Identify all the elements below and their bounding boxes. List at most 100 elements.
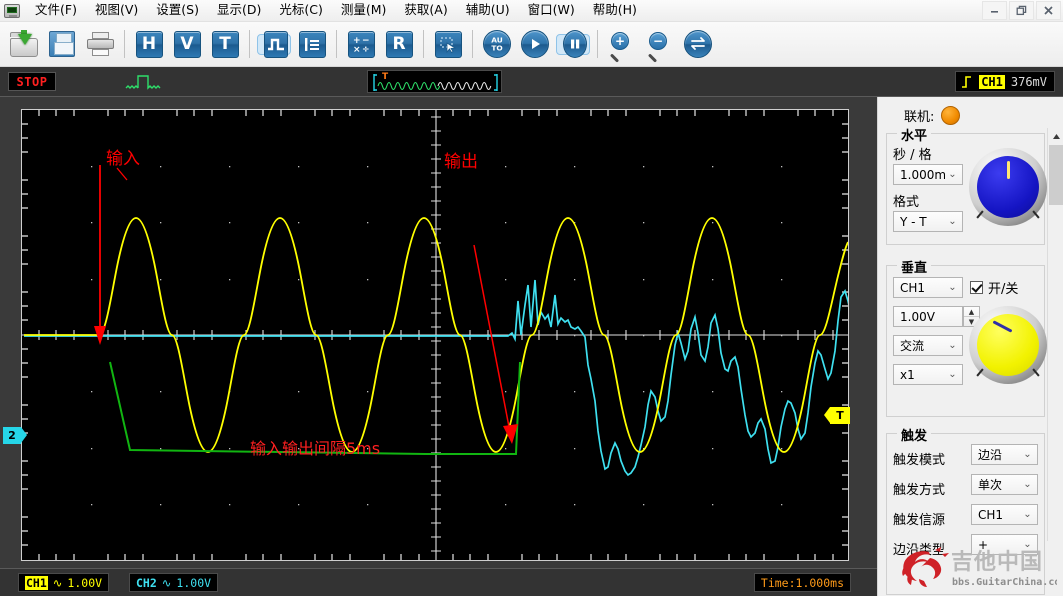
- vertical-channel-value: CH1: [900, 280, 926, 295]
- measure-button[interactable]: [295, 27, 329, 61]
- panel-scrollbar[interactable]: [1047, 128, 1063, 541]
- menu-item-help[interactable]: 帮助(H): [584, 0, 646, 21]
- trigger-source-label: 触发信源: [893, 513, 946, 528]
- horizontal-button[interactable]: H: [132, 27, 166, 61]
- refresh-icon: [684, 30, 712, 58]
- cursor-icon: [434, 30, 462, 58]
- print-button[interactable]: [83, 27, 117, 61]
- trigger-button[interactable]: T: [208, 27, 242, 61]
- auto-button[interactable]: AU TO: [480, 27, 514, 61]
- channel-onoff-checkbox[interactable]: 开/关: [970, 278, 1018, 297]
- menu-item-settings[interactable]: 设置(S): [147, 0, 208, 21]
- measure-icon: [298, 30, 326, 58]
- trigger-sweep-select[interactable]: 单次 ⌄: [971, 474, 1038, 495]
- vertical-icon: V: [173, 30, 201, 58]
- main-area: 输入 输出 输入输出间隔5ms 2 T CH1 ∿ 1.00V CH2 ∿ 1.…: [0, 97, 1063, 596]
- channel-onoff-label: 开/关: [988, 282, 1019, 297]
- svg-text:×: ×: [353, 45, 361, 53]
- toolbar-divider-5: [472, 30, 473, 58]
- restore-icon[interactable]: [1009, 1, 1034, 20]
- menu-item-utility[interactable]: 辅助(U): [457, 0, 519, 21]
- menu-item-view[interactable]: 视图(V): [86, 0, 147, 21]
- scope-display[interactable]: 输入 输出 输入输出间隔5ms: [21, 109, 849, 561]
- zoom-out-button[interactable]: −: [643, 27, 677, 63]
- channel2-position-marker[interactable]: 2: [3, 427, 27, 444]
- math-button[interactable]: + − × ÷: [344, 27, 378, 61]
- open-button[interactable]: [7, 27, 41, 61]
- vertical-scale-value: 1.00V: [900, 309, 935, 324]
- pause-icon: [563, 30, 587, 58]
- chevron-down-icon: ⌄: [1023, 479, 1032, 490]
- trigger-mode-value: 边沿: [978, 448, 1003, 462]
- menu-item-acquire[interactable]: 获取(A): [395, 0, 456, 21]
- probe-select[interactable]: x1 ⌄: [893, 364, 963, 385]
- format-label: 格式: [893, 195, 920, 210]
- chevron-down-icon: ⌄: [948, 340, 957, 351]
- coupling-select[interactable]: 交流 ⌄: [893, 335, 963, 356]
- trigger-sweep-value: 单次: [978, 478, 1003, 492]
- trigger-source-value: CH1: [978, 507, 1004, 522]
- math-icon: + − × ÷: [347, 30, 375, 58]
- scroll-track[interactable]: [1049, 205, 1063, 541]
- menu-item-file[interactable]: 文件(F): [26, 0, 86, 21]
- cursor-button[interactable]: [431, 27, 465, 61]
- trigger-source-select[interactable]: CH1 ⌄: [971, 504, 1038, 525]
- menu-item-window[interactable]: 窗口(W): [519, 0, 584, 21]
- svg-text:TO: TO: [491, 44, 502, 53]
- oscilloscope-app: 文件(F) 视图(V) 设置(S) 显示(D) 光标(C) 测量(M) 获取(A…: [0, 0, 1063, 596]
- ch1-label: CH1: [25, 575, 48, 590]
- timebase-knob[interactable]: [969, 148, 1047, 226]
- menu-item-display[interactable]: 显示(D): [208, 0, 270, 21]
- ch1-status-badge[interactable]: CH1 ∿ 1.00V: [18, 573, 110, 592]
- chevron-down-icon: ⌄: [1023, 449, 1032, 460]
- zoom-in-button[interactable]: +: [605, 27, 639, 63]
- scope-status-strip: STOP T CH1 376mV: [0, 67, 1063, 97]
- format-select[interactable]: Y - T ⌄: [893, 211, 963, 232]
- toolbar-divider-4: [423, 30, 424, 58]
- sec-div-value: 1.000ms: [900, 167, 945, 182]
- pause-button[interactable]: [556, 30, 590, 58]
- svg-text:T: T: [382, 72, 389, 82]
- sec-div-select[interactable]: 1.000ms ⌄: [893, 164, 963, 185]
- trigger-source-label: CH1: [979, 74, 1005, 89]
- ch2-label: CH2: [136, 575, 157, 590]
- run-state-badge: STOP: [8, 72, 56, 91]
- horizontal-group: 水平 秒 / 格 1.000ms ⌄ 格式 Y - T ⌄: [886, 125, 1047, 245]
- auto-icon: AU TO: [483, 30, 511, 58]
- vertical-scale-knob[interactable]: [969, 306, 1047, 384]
- timebase-badge: Time:1.000ms: [753, 573, 851, 592]
- refresh-button[interactable]: [681, 27, 715, 61]
- scroll-up-icon[interactable]: [1048, 128, 1063, 145]
- waveform-icon: [264, 30, 288, 58]
- close-icon[interactable]: [1036, 1, 1061, 20]
- zoom-in-icon: +: [609, 31, 635, 63]
- save-icon: [49, 31, 75, 57]
- vertical-channel-select[interactable]: CH1 ⌄: [893, 277, 963, 298]
- vertical-button[interactable]: V: [170, 27, 204, 61]
- monitor-icon: [4, 4, 20, 18]
- toolbar-divider-6: [597, 30, 598, 58]
- run-button[interactable]: [518, 27, 552, 61]
- interval-annotation-text: 输入输出间隔5ms: [250, 439, 380, 458]
- vertical-scale-field[interactable]: 1.00V: [893, 306, 963, 327]
- scope-panel: 输入 输出 输入输出间隔5ms 2 T CH1 ∿ 1.00V CH2 ∿ 1.…: [0, 97, 877, 596]
- ch2-status-badge[interactable]: CH2 ∿ 1.00V: [129, 573, 219, 592]
- waveform-button[interactable]: [257, 30, 291, 58]
- minimize-icon[interactable]: [982, 1, 1007, 20]
- waveform-minimap[interactable]: T: [367, 70, 502, 93]
- trigger-position-marker[interactable]: T: [824, 407, 850, 424]
- reference-button[interactable]: R: [382, 27, 416, 61]
- trigger-level-badge[interactable]: CH1 376mV: [955, 71, 1055, 92]
- chevron-down-icon: ⌄: [948, 369, 957, 380]
- rising-edge-icon: [962, 76, 972, 88]
- scroll-thumb[interactable]: [1049, 145, 1063, 205]
- menu-item-measure[interactable]: 测量(M): [332, 0, 396, 21]
- trigger-group-title: 触发: [897, 425, 932, 444]
- menu-item-cursor[interactable]: 光标(C): [270, 0, 331, 21]
- save-button[interactable]: [45, 27, 79, 61]
- trigger-mode-select[interactable]: 边沿 ⌄: [971, 444, 1038, 465]
- scope-plot: 输入 输出 输入输出间隔5ms: [22, 110, 848, 560]
- vertical-scale-stepper[interactable]: 1.00V ▲ ▼: [893, 306, 980, 327]
- print-icon: [86, 32, 114, 56]
- trigger-icon: T: [211, 30, 239, 58]
